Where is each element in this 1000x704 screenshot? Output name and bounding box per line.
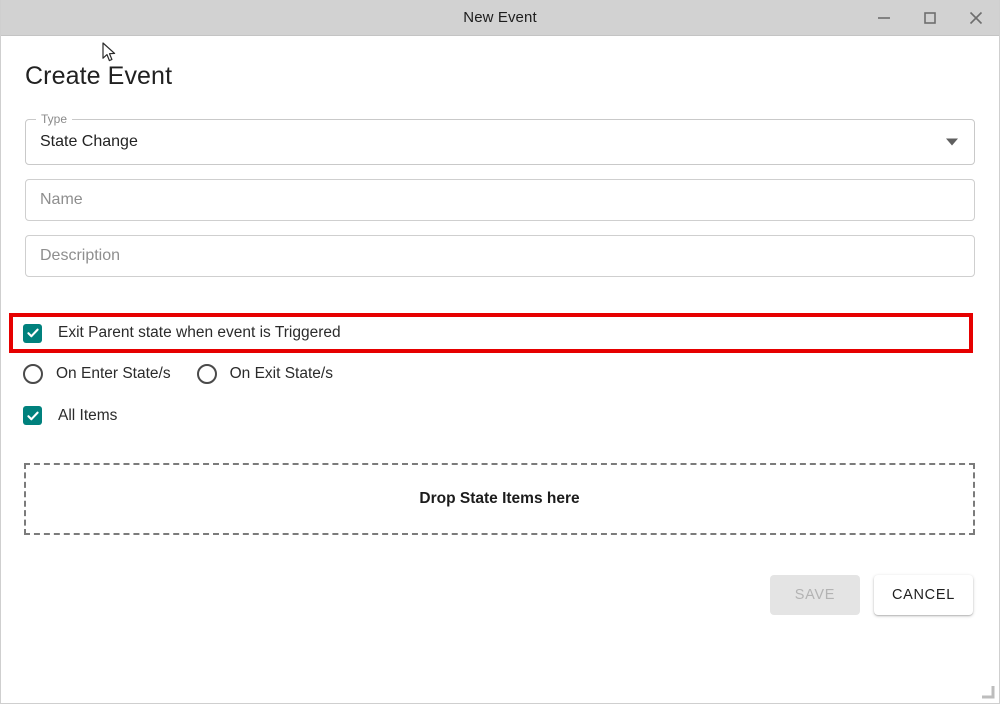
dialog-window: New Event Create Event Type State Change… <box>0 0 1000 704</box>
type-select[interactable]: Type State Change <box>25 112 975 165</box>
radio-unselected-icon <box>196 364 217 384</box>
window-title: New Event <box>463 9 537 26</box>
all-items-checkbox-label: All Items <box>58 406 118 424</box>
cancel-button[interactable]: CANCEL <box>873 575 973 615</box>
description-input[interactable]: Description <box>25 235 975 277</box>
minimize-button[interactable] <box>861 0 907 36</box>
name-input-placeholder: Name <box>40 191 83 208</box>
radio-on-enter-states-label: On Enter State/s <box>56 365 171 382</box>
all-items-checkbox[interactable]: All Items <box>23 406 117 425</box>
minimize-icon <box>876 10 892 26</box>
radio-on-exit-states-label: On Exit State/s <box>229 365 333 382</box>
dialog-actions: SAVE CANCEL <box>769 575 973 615</box>
radio-on-exit-states[interactable]: On Exit State/s <box>196 364 333 384</box>
maximize-button[interactable] <box>907 0 953 36</box>
page-title: Create Event <box>25 62 173 90</box>
checkbox-checked-icon <box>23 323 42 343</box>
close-icon <box>967 9 985 27</box>
close-button[interactable] <box>953 0 999 36</box>
state-trigger-radio-group: On Enter State/s On Exit State/s <box>23 364 359 384</box>
type-select-value: State Change <box>40 133 138 150</box>
title-bar: New Event <box>1 0 999 36</box>
state-items-dropzone[interactable]: Drop State Items here <box>24 463 975 535</box>
save-button[interactable]: SAVE <box>769 575 860 615</box>
radio-unselected-icon <box>23 364 43 384</box>
radio-on-enter-states[interactable]: On Enter State/s <box>23 364 171 384</box>
description-input-placeholder: Description <box>40 247 121 264</box>
resize-grip[interactable] <box>979 683 995 699</box>
maximize-icon <box>922 10 938 26</box>
exit-parent-checkbox-label: Exit Parent state when event is Triggere… <box>58 324 341 341</box>
name-input[interactable]: Name <box>25 179 975 221</box>
exit-parent-checkbox[interactable]: Exit Parent state when event is Triggere… <box>23 321 341 345</box>
type-select-label: Type <box>36 112 73 126</box>
checkbox-checked-icon <box>23 406 42 425</box>
chevron-down-icon <box>946 138 958 146</box>
window-controls <box>861 0 999 36</box>
dialog-body: Create Event Type State Change Name Desc… <box>1 36 999 703</box>
dropzone-label: Drop State Items here <box>419 490 580 507</box>
